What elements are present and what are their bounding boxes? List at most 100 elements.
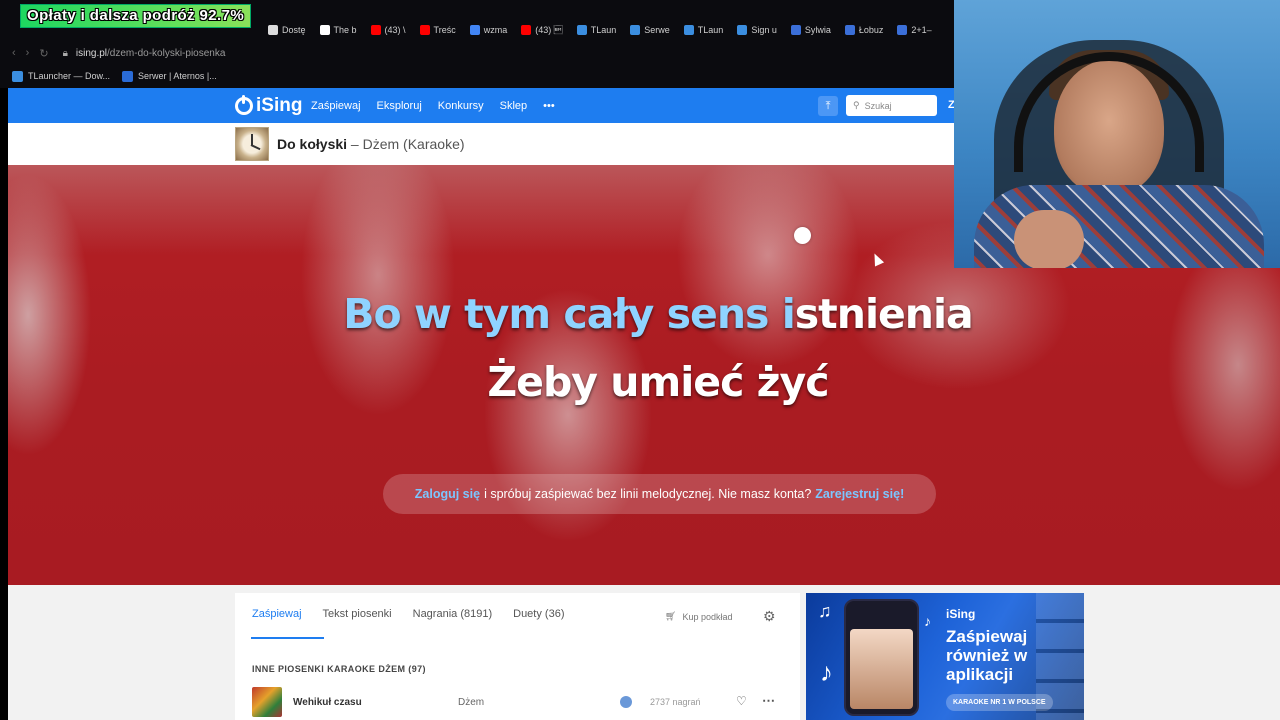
url-path: /dzem-do-kolyski-piosenka (107, 47, 226, 59)
tab-nagrania[interactable]: Nagrania (8191) (413, 608, 493, 620)
browser-tab[interactable]: Serwe (624, 19, 678, 41)
row-song-name[interactable]: Wehikuł czasu (293, 697, 362, 708)
upload-button[interactable]: ⤒ (818, 96, 838, 116)
nav-buttons: ‹ › ↻ (12, 47, 49, 60)
tab-label: Łobuz (858, 25, 884, 35)
browser-tab[interactable]: TLaun (678, 19, 732, 41)
lyric-unsung-part: stnienia (794, 290, 974, 338)
buy-backing-track-button[interactable]: 🛒︎ Kup podkład (665, 611, 732, 622)
login-link[interactable]: Zaloguj się (415, 487, 480, 501)
section-title: INNE PIOSENKI KARAOKE DŻEM (97) (252, 664, 426, 674)
tab-label: Sylwia (804, 25, 831, 35)
browser-tab[interactable]: wzma (464, 19, 516, 41)
music-note-icon-small: ♪ (924, 613, 931, 629)
song-separator: – (347, 136, 363, 152)
tab-label: TLaun (697, 25, 724, 35)
logo-icon (235, 95, 253, 115)
browser-tab[interactable]: (43) \ (365, 19, 414, 41)
tab-favicon-icon (576, 25, 587, 35)
tab-favicon-icon (844, 25, 855, 35)
song-thumbnail (252, 687, 282, 717)
login-notice: Zaloguj się i spróbuj zaśpiewać bez lini… (383, 474, 936, 514)
ad-brand: iSing (946, 607, 976, 621)
lyric-sung-part: Bo w tym cały sens i (343, 290, 795, 338)
pitch-indicator-dot (794, 227, 811, 244)
register-link[interactable]: Zarejestruj się! (815, 487, 904, 501)
tab-label: TLaun (590, 25, 617, 35)
tab-duety[interactable]: Duety (36) (513, 608, 564, 620)
bookmark-item[interactable]: Serwer | Aternos |... (122, 70, 217, 82)
premium-badge-icon (620, 696, 632, 708)
tab-tekst[interactable]: Tekst piosenki (323, 608, 392, 620)
song-panel: Zaśpiewaj Tekst piosenki Nagrania (8191)… (235, 593, 800, 720)
browser-tab[interactable]: Łobuz (839, 19, 892, 41)
nav-more[interactable]: ••• (543, 100, 555, 112)
nav-sklep[interactable]: Sklep (500, 100, 528, 112)
nav-konkursy[interactable]: Konkursy (438, 100, 484, 112)
app-promo-banner[interactable]: ♫ ♪ ♪ iSing Zaśpiewaj również w aplikacj… (806, 593, 1084, 720)
url-text[interactable]: ising.pl/dzem-do-kolyski-piosenka (76, 48, 226, 59)
tab-favicon-icon (630, 25, 641, 35)
forward-icon[interactable]: › (26, 47, 30, 60)
search-input[interactable]: ⚲ Szukaj (846, 95, 937, 116)
browser-tab[interactable]: (43)  (515, 19, 571, 41)
tab-favicon-icon (469, 25, 480, 35)
bookmarks-bar: TLauncher — Dow... Serwer | Aternos |... (0, 66, 954, 86)
browser-tab[interactable]: The b (314, 19, 365, 41)
browser-tab[interactable]: 2+1– (891, 19, 939, 41)
browser-tab[interactable]: Treśc (414, 19, 464, 41)
tab-label: 2+1– (911, 25, 932, 35)
song-title: Do kołyski – Dżem (Karaoke) (277, 136, 465, 152)
list-item[interactable]: Wehikuł czasu Dżem 2737 nagrań ♡ ⋯ (252, 687, 792, 717)
cart-icon: 🛒︎ (665, 611, 677, 621)
address-bar[interactable]: ‹ › ↻ 🔒︎ ising.pl/dzem-do-kolyski-piosen… (0, 42, 954, 64)
back-icon[interactable]: ‹ (12, 47, 16, 60)
tab-favicon-icon (319, 25, 330, 35)
lock-icon[interactable]: 🔒︎ (63, 48, 68, 59)
bookmark-item[interactable]: TLauncher — Dow... (12, 70, 111, 82)
tab-zaspiewaj[interactable]: Zaśpiewaj (252, 608, 302, 620)
phone-screen (850, 629, 913, 709)
url-domain: ising.pl (75, 47, 108, 59)
nav-zaspiewaj[interactable]: Zaśpiewaj (311, 100, 361, 112)
webcam-overlay (954, 0, 1280, 268)
row-artist[interactable]: Dżem (458, 697, 484, 708)
tab-favicon-icon (897, 25, 908, 35)
heart-icon[interactable]: ♡ (736, 694, 747, 708)
tab-favicon-icon (268, 25, 278, 35)
ising-logo[interactable]: iSing (235, 95, 302, 117)
site-header: iSing Zaśpiewaj Eksploruj Konkursy Sklep… (8, 88, 955, 123)
tab-favicon-icon (790, 25, 801, 35)
search-placeholder: Szukaj (864, 100, 892, 111)
browser-tab[interactable]: TLaun (571, 19, 625, 41)
reload-icon[interactable]: ↻ (39, 47, 48, 60)
nav-eksploruj[interactable]: Eksploruj (377, 100, 422, 112)
song-cover-image (235, 127, 269, 161)
song-artist[interactable]: Dżem (Karaoke) (363, 136, 465, 152)
stream-overlay-badge: Opłaty i dalsza podróż 92.7% (20, 4, 252, 28)
tab-label: Sign u (751, 25, 777, 35)
search-icon: ⚲ (853, 100, 860, 110)
tab-label: Treśc (433, 25, 456, 35)
webcam-hand (1014, 210, 1084, 268)
browser-tab[interactable]: Sign u (731, 19, 785, 41)
tab-favicon-icon (419, 25, 430, 35)
bookmark-label: TLauncher — Dow... (28, 71, 111, 81)
more-options-icon[interactable]: ⋯ (762, 693, 776, 709)
tab-label: The b (333, 25, 357, 35)
bookmark-favicon-icon (122, 70, 134, 82)
browser-tab[interactable]: Sylwia (785, 19, 839, 41)
lyric-line-next: Żeby umieć żyć (487, 358, 829, 406)
song-name: Do kołyski (277, 136, 348, 152)
gear-icon[interactable]: ⚙ (763, 608, 776, 625)
lower-content: Zaśpiewaj Tekst piosenki Nagrania (8191)… (8, 585, 1280, 720)
panel-tabs: Zaśpiewaj Tekst piosenki Nagrania (8191)… (252, 608, 564, 620)
music-note-icon: ♫ (818, 601, 832, 621)
music-note-icon-large: ♪ (820, 657, 833, 687)
tab-favicon-icon (683, 25, 694, 35)
buy-label: Kup podkład (682, 611, 733, 622)
notice-text: i spróbuj zaśpiewać bez linii melodyczne… (484, 487, 812, 501)
bookmark-favicon-icon (12, 70, 23, 82)
song-bar: Do kołyski – Dżem (Karaoke) (8, 123, 954, 165)
browser-tab[interactable]: Dostę (262, 19, 314, 41)
